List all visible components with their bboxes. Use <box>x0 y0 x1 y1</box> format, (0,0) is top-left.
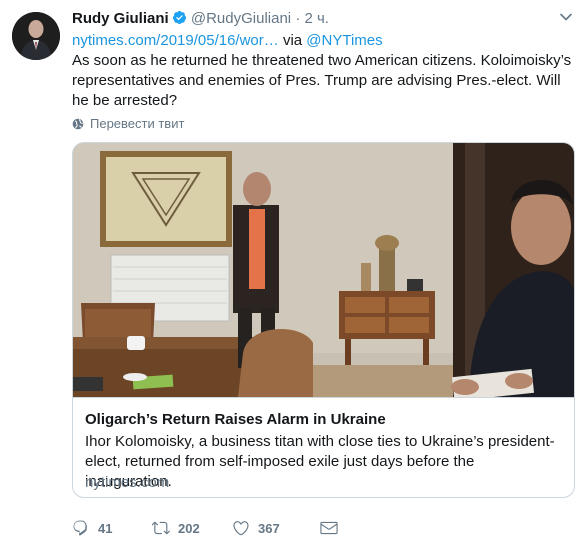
reply-icon <box>73 520 87 536</box>
link-preview-card[interactable]: Oligarch’s Return Raises Alarm in Ukrain… <box>72 142 575 498</box>
translate-tweet-button[interactable]: Перевести твит <box>72 116 184 132</box>
card-body[interactable]: Oligarch’s Return Raises Alarm in Ukrain… <box>73 397 574 497</box>
retweet-icon <box>152 521 170 535</box>
like-count: 367 <box>258 520 280 536</box>
like-icon <box>233 521 249 536</box>
like-button[interactable]: 367 <box>232 519 320 537</box>
tweet-header: Rudy Giuliani @RudyGiuliani · 2 ч. <box>72 10 329 28</box>
avatar[interactable] <box>12 12 60 60</box>
globe-icon <box>72 118 84 130</box>
author-name[interactable]: Rudy Giuliani <box>72 10 169 27</box>
chevron-down-icon[interactable] <box>559 10 573 24</box>
tweet-timestamp[interactable]: 2 ч. <box>304 10 329 27</box>
reply-button[interactable]: 41 <box>72 519 152 537</box>
via-label: via <box>282 32 303 49</box>
article-url-link[interactable]: nytimes.com/2019/05/16/wor… <box>72 32 279 49</box>
card-image[interactable] <box>73 143 574 402</box>
retweet-button[interactable]: 202 <box>152 519 232 537</box>
card-title[interactable]: Oligarch’s Return Raises Alarm in Ukrain… <box>85 410 386 430</box>
source-mention-link[interactable]: @NYTimes <box>306 32 382 49</box>
tweet-actions: 41 202 367 <box>72 518 338 538</box>
author-handle[interactable]: @RudyGiuliani <box>191 10 291 27</box>
direct-message-button[interactable] <box>320 519 338 537</box>
card-domain: nytimes.com <box>85 474 170 491</box>
separator-dot: · <box>295 10 301 27</box>
article-link-line: nytimes.com/2019/05/16/wor… via @NYTimes <box>72 31 383 51</box>
dm-icon <box>320 521 338 535</box>
tweet-text: As soon as he returned he threatened two… <box>72 52 572 109</box>
tweet[interactable]: Rudy Giuliani @RudyGiuliani · 2 ч. nytim… <box>0 0 587 547</box>
reply-count: 41 <box>98 520 113 536</box>
translate-label: Перевести твит <box>90 116 185 131</box>
retweet-count: 202 <box>178 520 200 536</box>
verified-badge-icon <box>172 10 187 25</box>
